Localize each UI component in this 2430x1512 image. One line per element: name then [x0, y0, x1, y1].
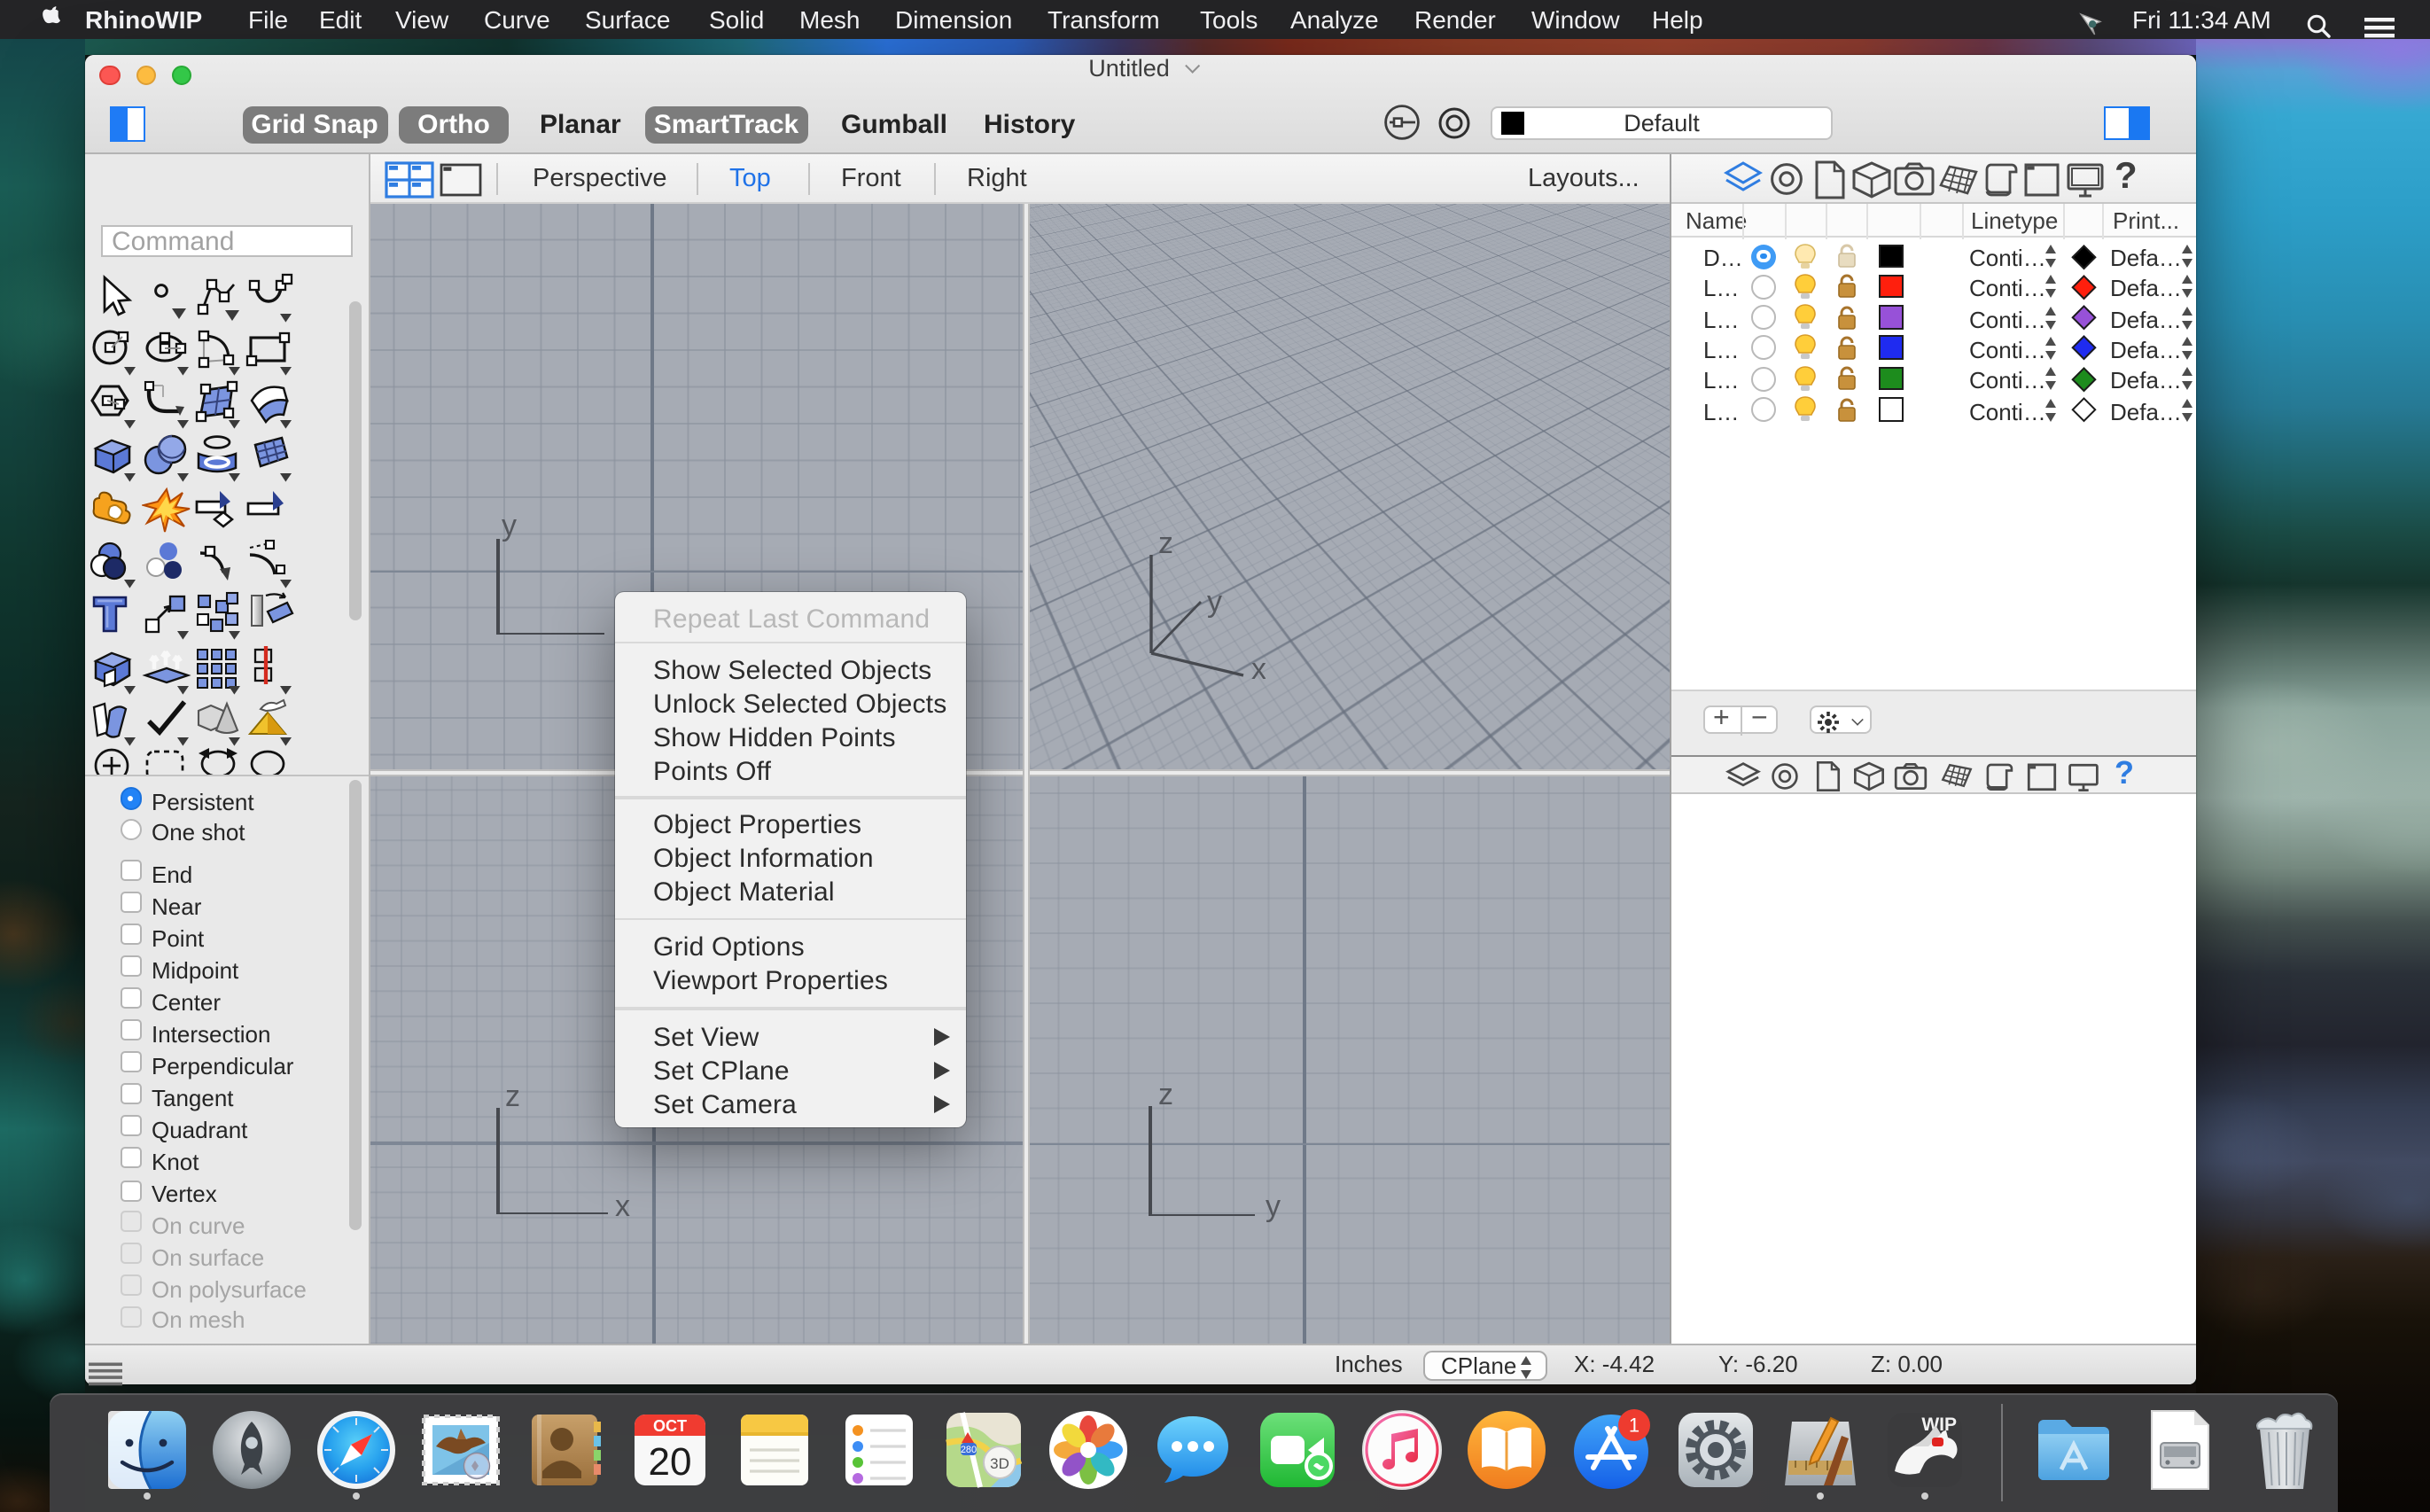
svg-text:OCT: OCT [653, 1417, 687, 1435]
svg-text:3D: 3D [990, 1455, 1009, 1472]
svg-text:1: 1 [1629, 1415, 1639, 1437]
svg-text:280: 280 [961, 1445, 977, 1455]
svg-text:20: 20 [649, 1440, 692, 1484]
svg-text:x: x [1251, 652, 1266, 682]
svg-text:z: z [1158, 537, 1173, 560]
svg-text:y: y [1207, 585, 1222, 619]
